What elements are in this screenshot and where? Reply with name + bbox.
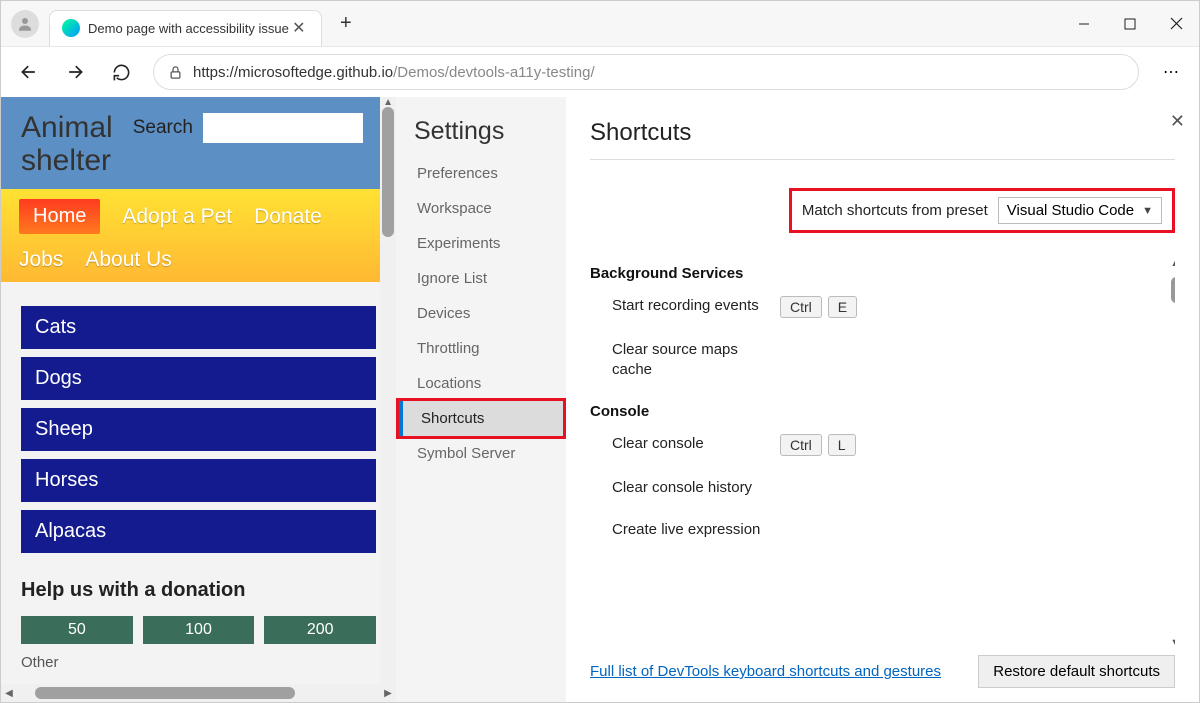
shortcut-row: Create live expression xyxy=(590,520,1175,540)
nav-about[interactable]: About Us xyxy=(85,248,171,272)
preset-label: Match shortcuts from preset xyxy=(802,202,988,219)
sidebar-item-shortcuts[interactable]: Shortcuts xyxy=(399,401,563,436)
restore-defaults-button[interactable]: Restore default shortcuts xyxy=(978,655,1175,688)
highlight-box: Shortcuts xyxy=(396,398,566,439)
browser-tab[interactable]: Demo page with accessibility issue ✕ xyxy=(49,10,322,46)
tab-close-icon[interactable]: ✕ xyxy=(289,18,309,38)
section-heading: Background Services xyxy=(590,265,1175,282)
close-icon[interactable]: ✕ xyxy=(1170,111,1185,132)
horizontal-scrollbar[interactable]: ◀ ▶ xyxy=(1,684,396,702)
key-badge: L xyxy=(828,434,856,456)
sidebar-item-workspace[interactable]: Workspace xyxy=(396,191,566,226)
page-title: Shortcuts xyxy=(590,119,1175,160)
shortcut-row: Clear console Ctrl L xyxy=(590,434,1175,456)
nav-donate[interactable]: Donate xyxy=(254,205,322,229)
browser-toolbar: https://microsoftedge.github.io/Demos/de… xyxy=(1,47,1199,97)
back-button[interactable] xyxy=(9,52,49,92)
key-badge: Ctrl xyxy=(780,296,822,318)
highlight-box: Match shortcuts from preset Visual Studi… xyxy=(789,188,1175,233)
more-menu-button[interactable]: ⋯ xyxy=(1151,52,1191,92)
address-bar[interactable]: https://microsoftedge.github.io/Demos/de… xyxy=(153,54,1139,90)
tab-title: Demo page with accessibility issue xyxy=(88,21,289,36)
shortcut-row: Start recording events Ctrl E xyxy=(590,296,1175,318)
list-item[interactable]: Cats xyxy=(21,306,376,349)
settings-sidebar: Settings Preferences Workspace Experimen… xyxy=(396,97,566,702)
search-input[interactable] xyxy=(203,113,363,143)
chevron-down-icon: ▼ xyxy=(1142,205,1153,217)
sidebar-item-locations[interactable]: Locations xyxy=(396,366,566,401)
search-label: Search xyxy=(133,117,193,139)
sidebar-item-throttling[interactable]: Throttling xyxy=(396,331,566,366)
forward-button[interactable] xyxy=(55,52,95,92)
sidebar-item-devices[interactable]: Devices xyxy=(396,296,566,331)
preset-dropdown[interactable]: Visual Studio Code ▼ xyxy=(998,197,1162,224)
list-item[interactable]: Alpacas xyxy=(21,510,376,553)
sidebar-item-symbol-server[interactable]: Symbol Server xyxy=(396,436,566,471)
nav-home[interactable]: Home xyxy=(19,199,100,234)
new-tab-button[interactable]: + xyxy=(330,8,362,40)
donate-section: Help us with a donation 50 100 200 Other xyxy=(1,561,396,677)
sidebar-item-ignore-list[interactable]: Ignore List xyxy=(396,261,566,296)
close-window-button[interactable] xyxy=(1153,1,1199,47)
profile-icon[interactable] xyxy=(11,10,39,38)
list-item[interactable]: Sheep xyxy=(21,408,376,451)
vertical-scrollbar[interactable]: ▲ xyxy=(380,97,396,684)
settings-title: Settings xyxy=(396,117,566,156)
sidebar-item-experiments[interactable]: Experiments xyxy=(396,226,566,261)
sidebar-item-preferences[interactable]: Preferences xyxy=(396,156,566,191)
page-header: Animal Search shelter xyxy=(1,97,396,189)
tab-favicon-icon xyxy=(62,19,80,37)
titlebar: Demo page with accessibility issue ✕ + xyxy=(1,1,1199,47)
shortcut-row: Clear source maps cache xyxy=(590,340,1175,381)
maximize-button[interactable] xyxy=(1107,1,1153,47)
section-heading: Console xyxy=(590,403,1175,420)
settings-content: ✕ Shortcuts Match shortcuts from preset … xyxy=(566,97,1199,702)
category-list: Cats Dogs Sheep Horses Alpacas xyxy=(1,282,396,561)
reload-button[interactable] xyxy=(101,52,141,92)
devtools-panel: Settings Preferences Workspace Experimen… xyxy=(396,97,1199,702)
site-title-2: shelter xyxy=(21,144,111,177)
nav-jobs[interactable]: Jobs xyxy=(19,248,63,272)
shortcut-row: Clear console history xyxy=(590,478,1175,498)
donate-button[interactable]: 100 xyxy=(143,616,255,644)
lock-icon xyxy=(168,65,183,80)
key-badge: Ctrl xyxy=(780,434,822,456)
vertical-scrollbar[interactable]: ▲ ▼ xyxy=(1167,259,1175,647)
list-item[interactable]: Dogs xyxy=(21,357,376,400)
webpage-pane: Animal Search shelter Home Adopt a Pet D… xyxy=(1,97,396,702)
donate-button[interactable]: 200 xyxy=(264,616,376,644)
nav-adopt[interactable]: Adopt a Pet xyxy=(122,205,232,229)
other-label: Other xyxy=(21,654,376,671)
main-nav: Home Adopt a Pet Donate Jobs About Us xyxy=(1,189,396,282)
donate-heading: Help us with a donation xyxy=(21,579,376,602)
donate-button[interactable]: 50 xyxy=(21,616,133,644)
full-list-link[interactable]: Full list of DevTools keyboard shortcuts… xyxy=(590,663,941,680)
url-text: https://microsoftedge.github.io/Demos/de… xyxy=(193,64,595,81)
key-badge: E xyxy=(828,296,857,318)
list-item[interactable]: Horses xyxy=(21,459,376,502)
site-title: Animal xyxy=(21,111,113,144)
minimize-button[interactable] xyxy=(1061,1,1107,47)
